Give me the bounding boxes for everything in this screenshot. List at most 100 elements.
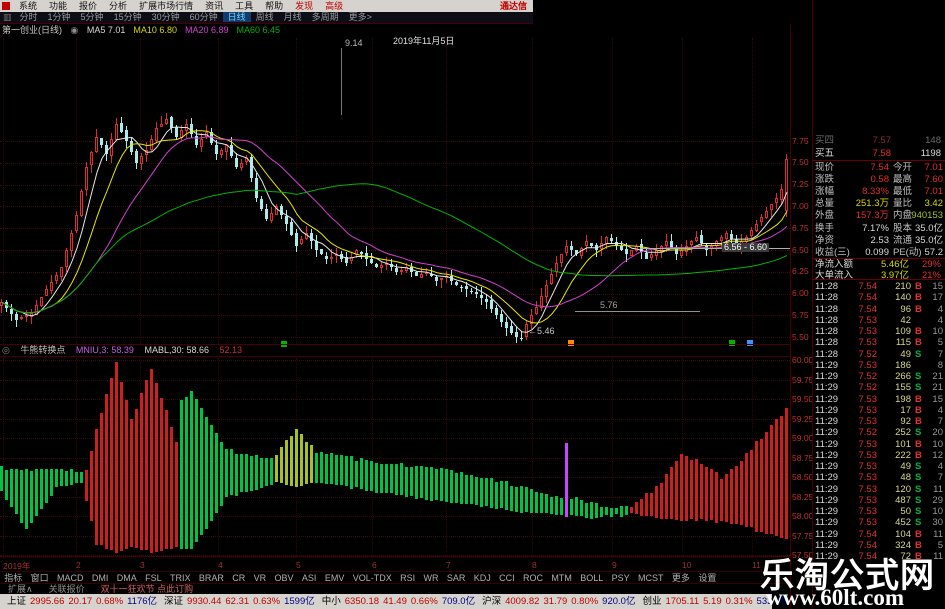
tick-count: 10 <box>932 438 943 450</box>
indicator-bar <box>680 453 683 521</box>
indicator-bar <box>570 498 573 515</box>
divider <box>0 356 790 357</box>
time-axis: 2019年 2 3 4 5 6 7 8 9 10 11 <box>0 556 790 571</box>
indicator-bar <box>310 444 313 484</box>
tick-time: 11:28 <box>815 292 839 304</box>
indicator-bar <box>695 458 698 521</box>
tick-row: 11:29 7.53 222 B 12 <box>813 450 945 461</box>
candlestick-chart[interactable]: 9.14 ←5.46 5.76 6.56 - 6.60 <box>0 36 790 347</box>
tick-price: 7.53 <box>858 416 878 427</box>
tick-volume: 210 <box>895 281 911 292</box>
indicator-toggle-icon[interactable]: ◎ <box>2 345 10 355</box>
period-tab-月线[interactable]: 月线 <box>279 12 307 22</box>
indicator-name[interactable]: 牛熊转换点 <box>20 345 65 355</box>
tick-side-flag: B <box>915 404 922 416</box>
mid-price-label: 5.76 <box>600 300 618 310</box>
indicator-bar <box>235 453 238 496</box>
period-tab-30分钟[interactable]: 30分钟 <box>147 12 185 22</box>
period-tab-1分钟[interactable]: 1分钟 <box>43 12 76 22</box>
indicator-panel[interactable] <box>0 358 790 556</box>
tick-side-flag: S <box>915 461 922 472</box>
period-tab-60分钟[interactable]: 60分钟 <box>185 12 223 22</box>
menu-item-高级[interactable]: 高级 <box>319 1 349 11</box>
price-axis-label: 7.50 <box>792 157 809 168</box>
compare-icon[interactable]: ◉ <box>71 25 79 35</box>
indicator-bar <box>275 455 278 483</box>
indicator-bar <box>615 507 618 515</box>
tick-time: 11:29 <box>815 449 839 461</box>
indicator-bar <box>10 468 13 507</box>
quote-level-row[interactable]: 买五 7.58 1198 <box>813 148 945 160</box>
quote-stat-row: 涨跌 0.58 最高 7.60 <box>813 174 945 186</box>
menu-item-帮助[interactable]: 帮助 <box>259 1 289 11</box>
layout-icon[interactable]: ▥ <box>0 12 15 23</box>
ma-lines <box>1 126 788 333</box>
indicator-bar <box>705 467 708 521</box>
tick-time: 11:29 <box>815 483 839 495</box>
time-axis-label: 3 <box>140 560 145 570</box>
tick-row: 11:28 7.53 115 B 5 <box>813 337 945 348</box>
period-tab-分时[interactable]: 分时 <box>15 12 43 22</box>
menu-item-功能[interactable]: 功能 <box>43 1 73 11</box>
period-tab-15分钟[interactable]: 15分钟 <box>109 12 147 22</box>
tick-price: 7.52 <box>858 427 878 439</box>
menu-item-报价[interactable]: 报价 <box>73 1 103 11</box>
grid-line <box>0 535 790 537</box>
period-tab-多周期[interactable]: 多周期 <box>307 12 344 22</box>
indicator-bar <box>735 465 738 524</box>
indicator-bar <box>340 454 343 485</box>
mid-marker-line <box>575 311 700 312</box>
stat-value: 7.01 <box>924 162 944 173</box>
divider <box>813 279 945 280</box>
menu-item-系统[interactable]: 系统 <box>13 1 43 11</box>
indicator-value-3: 52.13 <box>219 345 243 355</box>
indicator-bar <box>765 432 768 534</box>
tick-time: 11:29 <box>815 438 839 450</box>
indicator-bar <box>670 466 673 520</box>
index-segment-中小[interactable]: 中小 6350.18 41.49 0.66% 709.0亿 <box>322 594 475 609</box>
tick-price: 7.53 <box>858 461 878 472</box>
index-segment-深证[interactable]: 深证 9930.44 62.31 0.63% 1599亿 <box>164 594 315 609</box>
index-percent: 0.63% <box>253 596 281 607</box>
indicator-bar <box>25 469 28 529</box>
stat-value: 0.58 <box>870 174 890 186</box>
indicator-bar <box>325 453 328 484</box>
indicator-bar <box>70 469 73 486</box>
tick-side-flag: S <box>915 494 922 506</box>
price-axis-label: 7.00 <box>792 200 809 211</box>
tick-time: 11:28 <box>815 303 839 315</box>
period-tab-更多>[interactable]: 更多> <box>344 12 377 22</box>
period-tab-周线[interactable]: 周线 <box>251 12 279 22</box>
indicator-bar <box>415 465 418 499</box>
indicator-bar <box>100 412 103 546</box>
indicator-bar <box>480 477 483 508</box>
period-tab-5分钟[interactable]: 5分钟 <box>76 12 109 22</box>
tick-count: 12 <box>932 449 943 461</box>
symbol-label[interactable]: 第一创业(日线) <box>2 25 62 35</box>
indicator-bar <box>120 382 123 552</box>
stat-value: 7.54 <box>870 162 890 173</box>
indicator-bar <box>55 468 58 487</box>
menu-item-扩展市场行情[interactable]: 扩展市场行情 <box>133 1 199 11</box>
quote-level-row[interactable]: 买四 7.57 148 <box>813 135 945 147</box>
indicator-bar <box>770 425 773 535</box>
price-axis-label: 6.25 <box>792 266 809 277</box>
menu-item-工具[interactable]: 工具 <box>229 1 259 11</box>
grid-line <box>0 379 790 381</box>
menu-item-资讯[interactable]: 资讯 <box>199 1 229 11</box>
period-tab-日线[interactable]: 日线 <box>222 12 251 22</box>
tick-volume: 50 <box>900 506 911 517</box>
menu-item-发现[interactable]: 发现 <box>289 1 319 11</box>
signal-square-1 <box>568 340 574 346</box>
index-segment-沪深[interactable]: 沪深 4009.82 31.79 0.80% 920.0亿 <box>482 594 635 609</box>
index-segment-上证[interactable]: 上证 2995.66 20.17 0.68% 1176亿 <box>7 594 157 609</box>
tick-volume: 155 <box>895 382 911 394</box>
level-label: 买五 <box>815 147 835 159</box>
indicator-bar <box>150 368 153 554</box>
divider <box>0 344 790 345</box>
indicator-bar <box>780 416 783 539</box>
tick-volume: 48 <box>900 472 911 484</box>
indicator-bar <box>140 392 143 551</box>
tick-volume: 115 <box>895 337 911 349</box>
menu-item-分析[interactable]: 分析 <box>103 1 133 11</box>
